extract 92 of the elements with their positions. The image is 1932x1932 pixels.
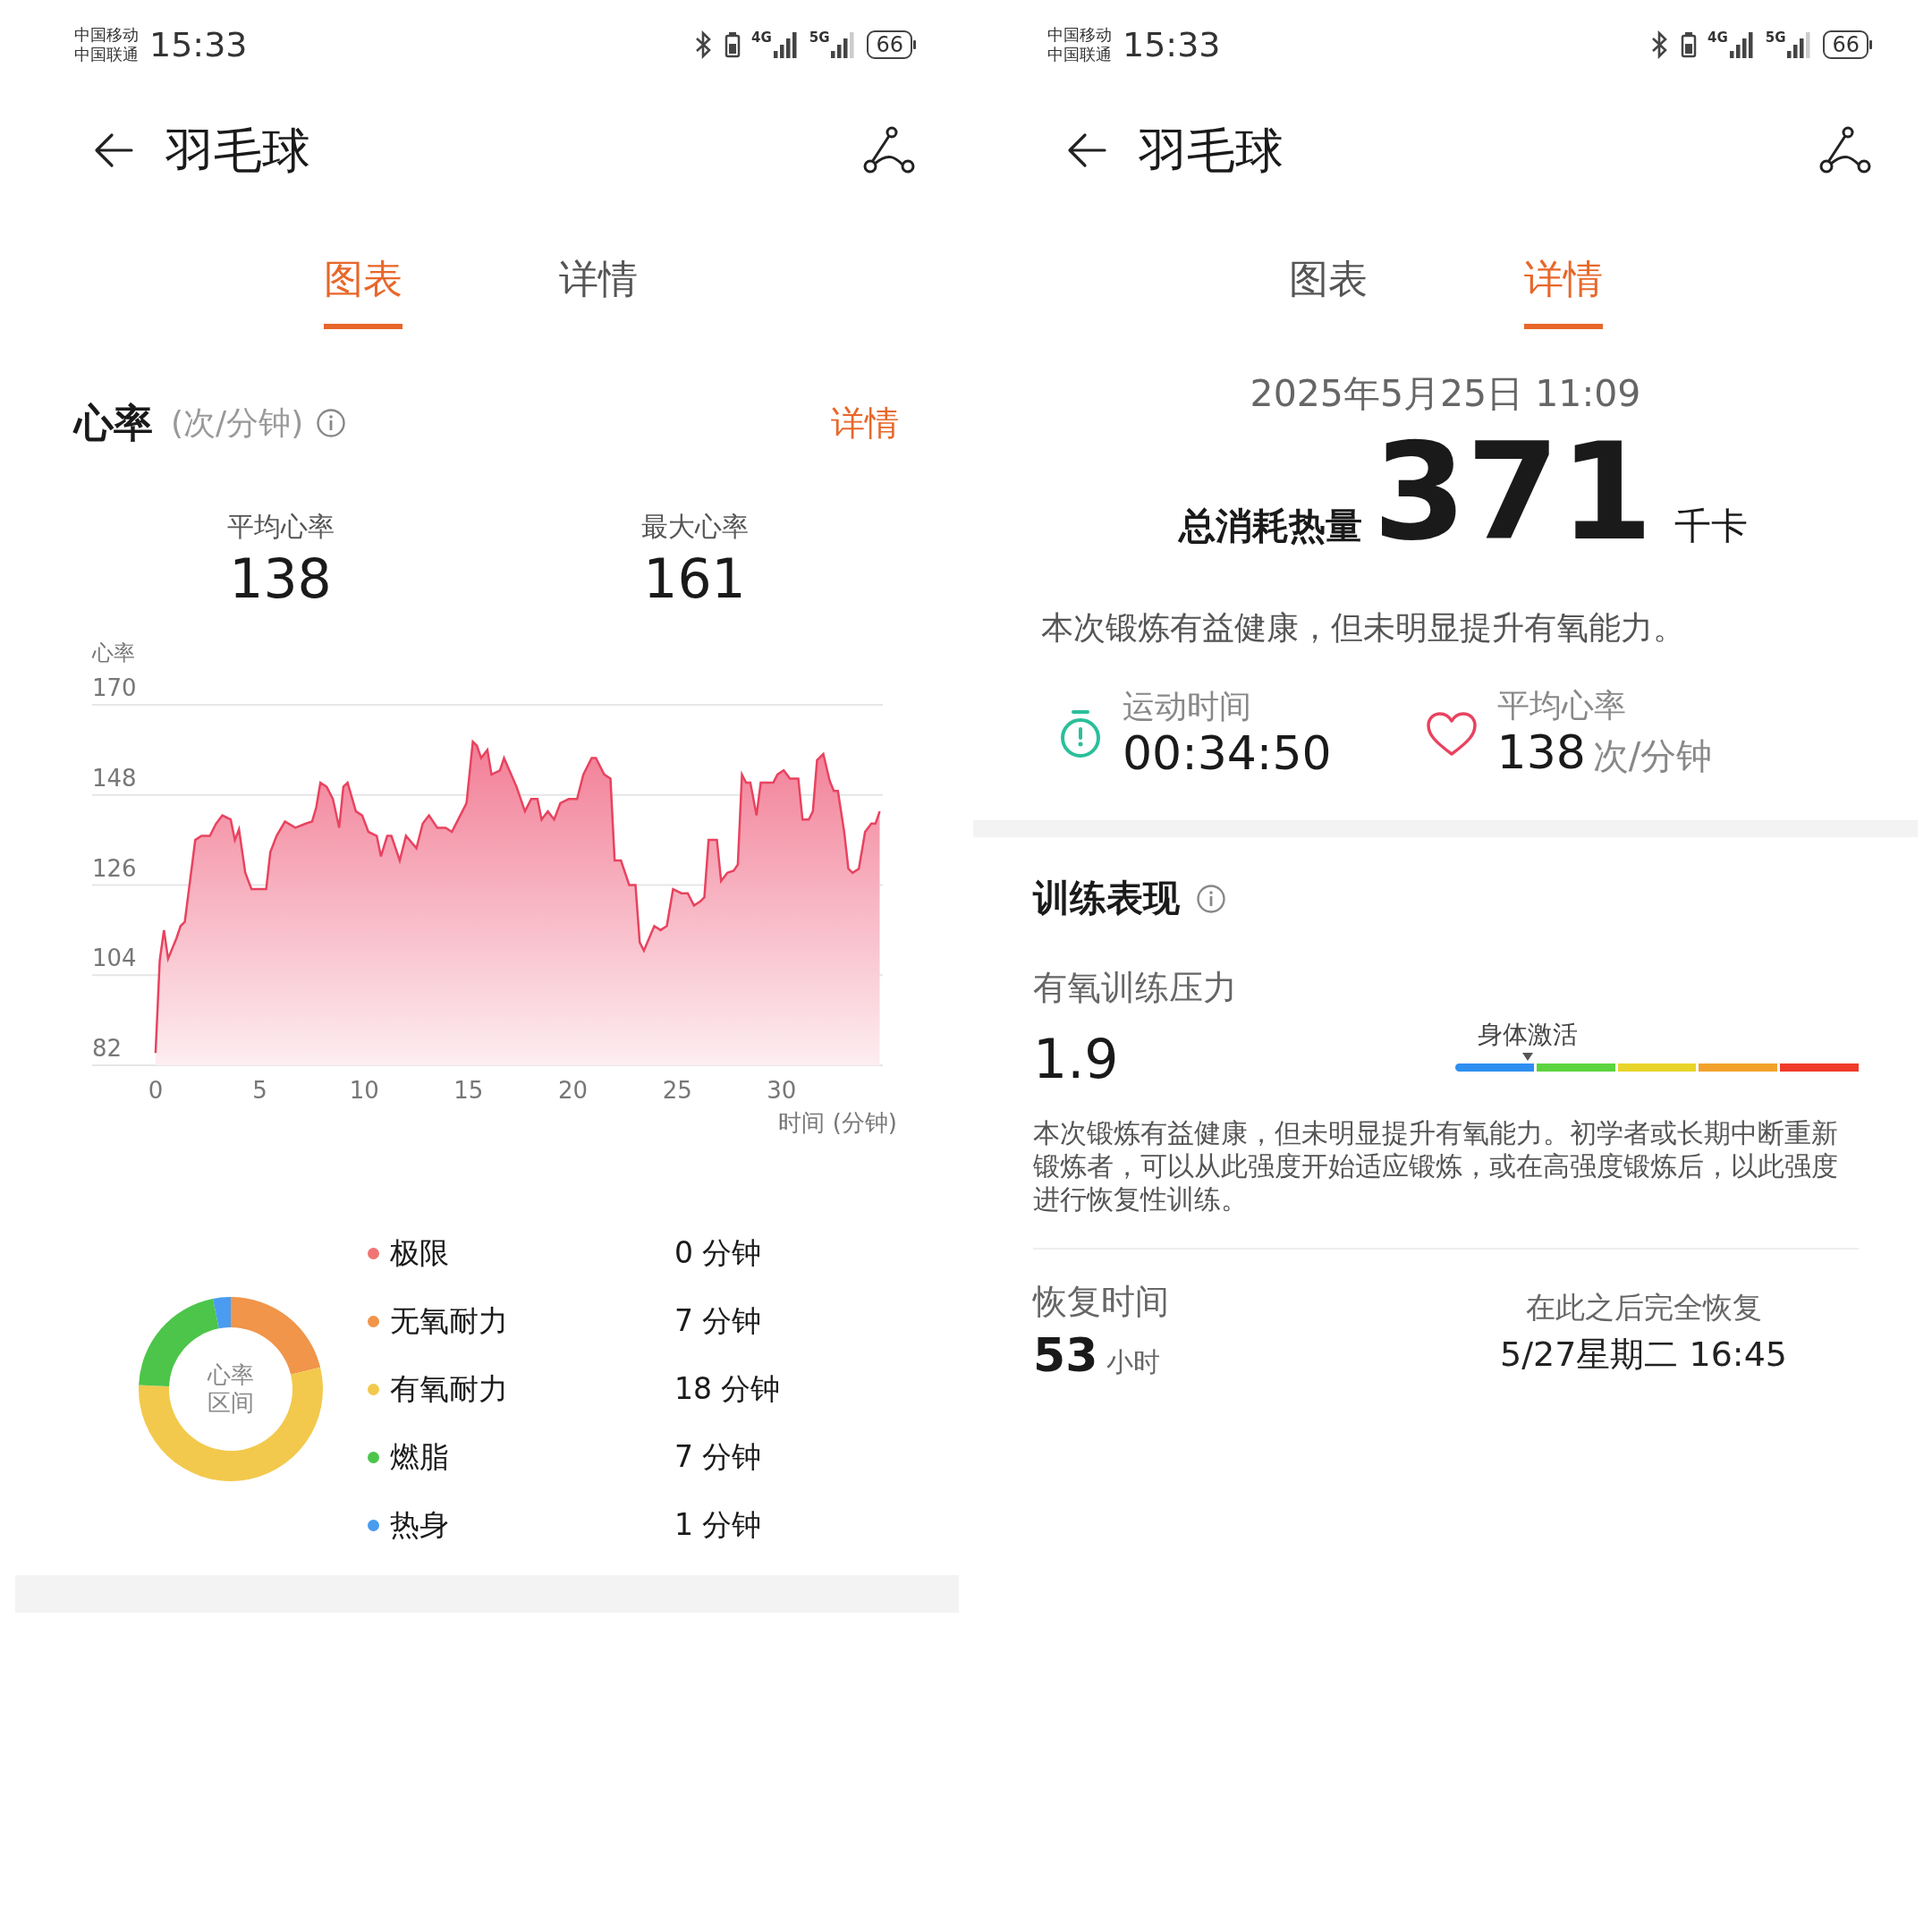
legend-value: 1 分钟 (674, 1506, 762, 1545)
y-tick-label: 82 (92, 1035, 123, 1062)
signal-bars-icon (1729, 31, 1755, 58)
stat-label: 平均心率 (225, 510, 335, 544)
heart-icon (1425, 711, 1478, 758)
load-label: 有氧训练压力 (1033, 966, 1238, 1009)
carrier-name: 中国联通 (74, 45, 139, 64)
x-tick-label: 10 (349, 1077, 379, 1104)
stat-value: 138 (228, 547, 333, 611)
legend-value: 7 分钟 (674, 1438, 762, 1477)
route-icon (861, 125, 917, 175)
description-text: 本次锻炼有益健康，但未明显提升有氧能力。初学者或长期中断重新锻炼者，可以从此强度开始适应锻炼，或在高强度锻炼后，以此强度进行恢复性训练。 (1033, 1115, 1839, 1216)
page-title: 羽毛球 (165, 121, 310, 181)
page-title: 羽毛球 (1139, 121, 1284, 181)
tab[interactable]: 详情 (559, 247, 638, 329)
carrier-name: 中国移动 (74, 25, 139, 45)
x-tick-label: 30 (767, 1077, 797, 1104)
legend-label: 极限 (390, 1234, 450, 1273)
recovery-unit: 小时 (1106, 1344, 1161, 1379)
legend-label: 燃脂 (390, 1438, 450, 1477)
recovery-value: 53 (1033, 1326, 1098, 1384)
legend-label: 热身 (390, 1506, 450, 1545)
scale-label: 身体激活 (1478, 1021, 1579, 1047)
network-label: 4G (1707, 31, 1728, 45)
y-tick-label: 104 (92, 945, 137, 972)
y-tick-label: 148 (92, 764, 137, 792)
carrier-name: 中国移动 (1047, 25, 1112, 45)
x-tick-label: 5 (252, 1077, 267, 1104)
summary-text: 本次锻炼有益健康，但未明显提升有氧能力。 (1040, 608, 1686, 648)
battery-tip-icon (912, 39, 917, 50)
recovery-until-time: 5/27星期二 16:45 (1500, 1334, 1787, 1377)
route-icon (1818, 125, 1873, 175)
stopwatch-icon (1058, 709, 1103, 760)
legend-label: 有氧耐力 (390, 1370, 509, 1409)
legend-value: 0 分钟 (674, 1234, 762, 1273)
route-button[interactable] (1818, 125, 1873, 175)
back-button[interactable] (1067, 132, 1106, 168)
carrier-name: 中国联通 (1047, 45, 1112, 64)
axis-title: 时间 (分钟) (778, 1109, 897, 1136)
legend-label: 无氧耐力 (390, 1302, 509, 1341)
signal-bars-icon (773, 31, 799, 58)
signal-bars-icon (1787, 31, 1813, 58)
battery-level: 66 (867, 30, 912, 59)
donut-center-label: 心率 (208, 1360, 254, 1389)
axis-title: 心率 (92, 640, 135, 665)
x-tick-label: 15 (453, 1077, 484, 1104)
y-tick-label: 170 (92, 674, 137, 701)
metric-value: 138 (1496, 724, 1586, 781)
section-title: 训练表现 (1033, 876, 1180, 922)
workout-date: 2025年5月25日 11:09 (1249, 371, 1642, 417)
recovery-label: 恢复时间 (1033, 1280, 1169, 1323)
calories-unit: 千卡 (1674, 503, 1749, 549)
signal-bars-icon (831, 31, 857, 58)
tab[interactable]: 图表 (1288, 247, 1368, 329)
load-value: 1.9 (1033, 1026, 1119, 1091)
unit-label: (次/分钟) (171, 403, 304, 443)
tab[interactable]: 详情 (1523, 247, 1603, 329)
back-arrow-icon (1067, 132, 1106, 168)
metric-value: 00:34:50 (1123, 725, 1332, 782)
details-link[interactable]: 详情 (831, 397, 899, 449)
metric-label: 运动时间 (1123, 687, 1252, 726)
x-tick-label: 0 (148, 1077, 164, 1104)
section-title: 心率 (74, 399, 153, 447)
stat-label: 最大心率 (640, 510, 750, 544)
phone-battery-icon (1680, 31, 1697, 58)
battery-level: 66 (1823, 30, 1868, 59)
route-button[interactable] (861, 125, 917, 175)
back-button[interactable] (94, 132, 133, 168)
battery-tip-icon (1868, 39, 1873, 50)
legend-value: 18 分钟 (674, 1370, 781, 1409)
scale-marker (1522, 1052, 1534, 1061)
metric-label: 平均心率 (1496, 686, 1627, 725)
donut-center-label: 区间 (208, 1389, 254, 1418)
x-tick-label: 25 (662, 1077, 692, 1104)
x-tick-label: 20 (558, 1077, 589, 1104)
calories-value: 371 (1372, 421, 1654, 563)
recovery-until-label: 在此之后完全恢复 (1524, 1288, 1763, 1326)
stat-value: 161 (642, 547, 747, 611)
back-arrow-icon (94, 132, 133, 168)
network-label: 5G (1765, 31, 1786, 45)
calories-label: 总消耗热量 (1178, 503, 1362, 549)
network-label: 4G (750, 31, 772, 45)
y-tick-label: 126 (92, 854, 137, 882)
info-icon[interactable] (1196, 883, 1226, 914)
status-time: 15:33 (1123, 23, 1221, 66)
phone-battery-icon (724, 31, 741, 58)
status-time: 15:33 (149, 23, 248, 66)
info-icon[interactable] (316, 408, 347, 438)
network-label: 5G (809, 31, 830, 45)
tab[interactable]: 图表 (324, 247, 402, 329)
metric-unit: 次/分钟 (1592, 734, 1713, 779)
legend-value: 7 分钟 (674, 1302, 762, 1341)
